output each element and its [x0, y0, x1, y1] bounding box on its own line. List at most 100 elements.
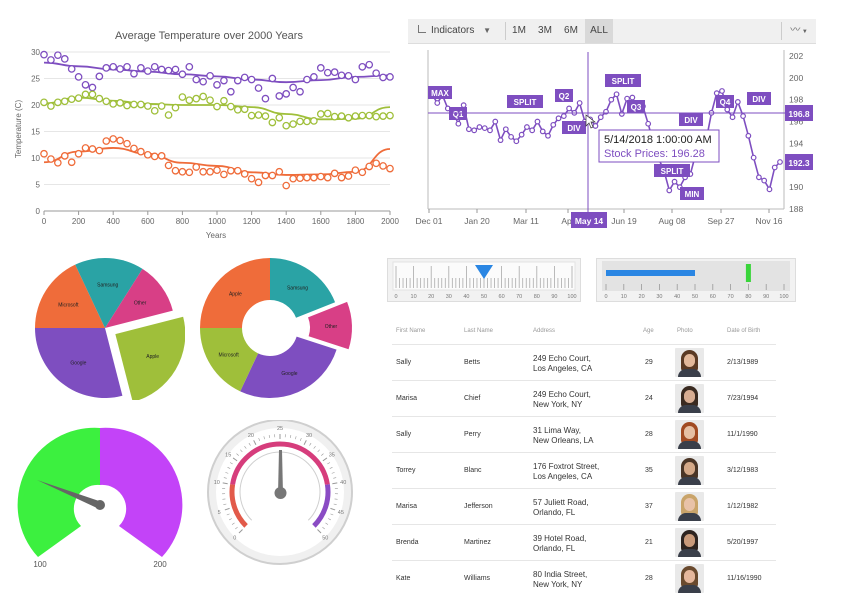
data-point: [53, 51, 62, 60]
header-address[interactable]: Address: [533, 328, 555, 334]
stock-data-point: [550, 121, 557, 128]
x-tick-label: Sep 27: [708, 216, 735, 226]
gauge-min-label: 100: [33, 560, 47, 569]
x-tick-label: 1800: [347, 217, 365, 226]
gauge-tick-label: 20: [248, 433, 254, 439]
data-point: [47, 155, 55, 163]
x-tick-label: 1000: [208, 217, 226, 226]
data-point: [379, 162, 387, 170]
table-row[interactable]: Kate Williams 80 India Street, New York, NY…: [392, 560, 776, 596]
cell-first-name: Brenda: [396, 539, 419, 546]
data-point: [206, 72, 214, 80]
stock-data-point: [513, 138, 520, 145]
range-button-6m[interactable]: 6M: [559, 19, 583, 43]
data-point: [130, 69, 138, 78]
data-point: [303, 173, 311, 182]
cell-address-line-1: 249 Echo Court,: [533, 390, 591, 399]
data-point: [386, 164, 394, 173]
x-tick-label: Aug 08: [659, 216, 686, 226]
gauge-range-purple: [100, 427, 183, 557]
y-tick-label: 188: [789, 204, 803, 214]
range-button-1m[interactable]: 1M: [507, 19, 531, 43]
gauge-tick-label: 30: [306, 433, 312, 439]
linear-gauge-tick-label: 20: [428, 294, 434, 300]
cell-last-name: Perry: [464, 431, 481, 438]
data-point: [240, 105, 249, 114]
pie-slice-label: Apple: [229, 291, 242, 297]
indicators-dropdown[interactable]: Indicators ▼: [418, 19, 498, 43]
data-point: [185, 62, 194, 71]
cell-date-of-birth: 5/20/1997: [727, 539, 759, 546]
cell-address-line-2: Los Angeles, CA: [533, 364, 593, 373]
y-tick-label: 202: [789, 51, 803, 61]
data-point: [47, 102, 55, 110]
data-point: [330, 169, 339, 178]
annotation-label: SPLIT: [661, 167, 684, 176]
stock-data-point: [518, 131, 525, 138]
table-row[interactable]: Sally Perry 31 Lima Way, New Orleans, LA 28 1…: [392, 416, 776, 452]
table-row[interactable]: Torrey Blanc 176 Foxtrot Street, Los Angele…: [392, 452, 776, 488]
cell-address-line-2: Orlando, FL: [533, 544, 576, 553]
data-point: [344, 72, 353, 80]
cell-first-name: Sally: [396, 359, 412, 366]
range-button-all[interactable]: ALL: [585, 19, 613, 43]
data-point: [40, 149, 48, 158]
linear-gauge-tick-label: 30: [446, 294, 452, 300]
radial-gauge-2: 0 5 10 15 20 25 30 35 40 45 50: [207, 420, 353, 565]
stock-data-point: [734, 99, 741, 105]
avatar: [675, 528, 704, 557]
stock-data-point: [645, 120, 652, 127]
cell-date-of-birth: 11/1/1990: [727, 431, 758, 438]
table-row[interactable]: Sally Betts 249 Echo Court, Los Angeles, CA…: [392, 344, 776, 380]
cell-last-name: Williams: [464, 575, 491, 582]
cell-age: 24: [645, 395, 653, 402]
data-point: [192, 163, 201, 171]
header-first-name[interactable]: First Name: [396, 328, 425, 334]
table-row[interactable]: Marisa Jefferson 57 Juliett Road, Orlando, …: [392, 488, 776, 524]
cell-age: 35: [645, 467, 653, 474]
x-tick-label: Nov 16: [756, 216, 783, 226]
header-date-of-birth[interactable]: Date of Birth: [727, 328, 760, 334]
pie-slice[interactable]: [240, 336, 337, 398]
pie-slice-label: Microsoft: [218, 352, 239, 358]
annotation-label: DIV: [752, 95, 766, 104]
bullet-tick-label: 90: [763, 294, 769, 300]
cell-age: 37: [645, 503, 653, 510]
x-tick-label: 0: [42, 217, 47, 226]
table-row[interactable]: Marisa Chief 249 Echo Court, New York, NY 24…: [392, 380, 776, 416]
header-photo[interactable]: Photo: [677, 328, 693, 334]
x-tick-label: 200: [72, 217, 86, 226]
grid-header: First Name Last Name Address Age Photo D…: [392, 322, 776, 344]
stock-data-point: [576, 100, 583, 106]
cell-last-name: Blanc: [464, 467, 482, 474]
data-point: [365, 162, 374, 171]
data-point: [137, 100, 145, 109]
bullet-tick-label: 70: [728, 294, 734, 300]
cell-last-name: Martinez: [464, 539, 491, 546]
cell-date-of-birth: 7/23/1994: [727, 395, 759, 402]
gauge-tick-label: 10: [214, 480, 220, 486]
data-point: [199, 167, 208, 176]
header-age[interactable]: Age: [643, 328, 654, 334]
range-button-3m[interactable]: 3M: [533, 19, 557, 43]
data-point: [123, 101, 131, 110]
stock-data-point: [539, 128, 546, 135]
stock-data-point: [750, 154, 757, 161]
pie-slice-label: Microsoft: [58, 303, 79, 309]
stock-data-point: [481, 125, 488, 132]
stock-data-point: [566, 105, 572, 112]
cell-address-line-2: New York, NY: [533, 580, 583, 589]
table-row[interactable]: Brenda Martinez 39 Hotel Road, Orlando, FL 2…: [392, 524, 776, 560]
stock-data-point: [766, 186, 773, 193]
stock-data-point: [713, 90, 720, 97]
data-point: [130, 144, 138, 153]
stock-data-point: [592, 123, 599, 129]
header-last-name[interactable]: Last Name: [464, 328, 493, 334]
radial-gauge-1: 100 200: [17, 427, 183, 569]
stock-data-point: [666, 187, 673, 194]
data-point: [310, 117, 318, 125]
chart-type-dropdown[interactable]: 〰 ▼: [784, 19, 814, 43]
avatar-face: [684, 390, 695, 403]
avatar-face: [684, 534, 695, 547]
cell-first-name: Torrey: [396, 467, 416, 474]
